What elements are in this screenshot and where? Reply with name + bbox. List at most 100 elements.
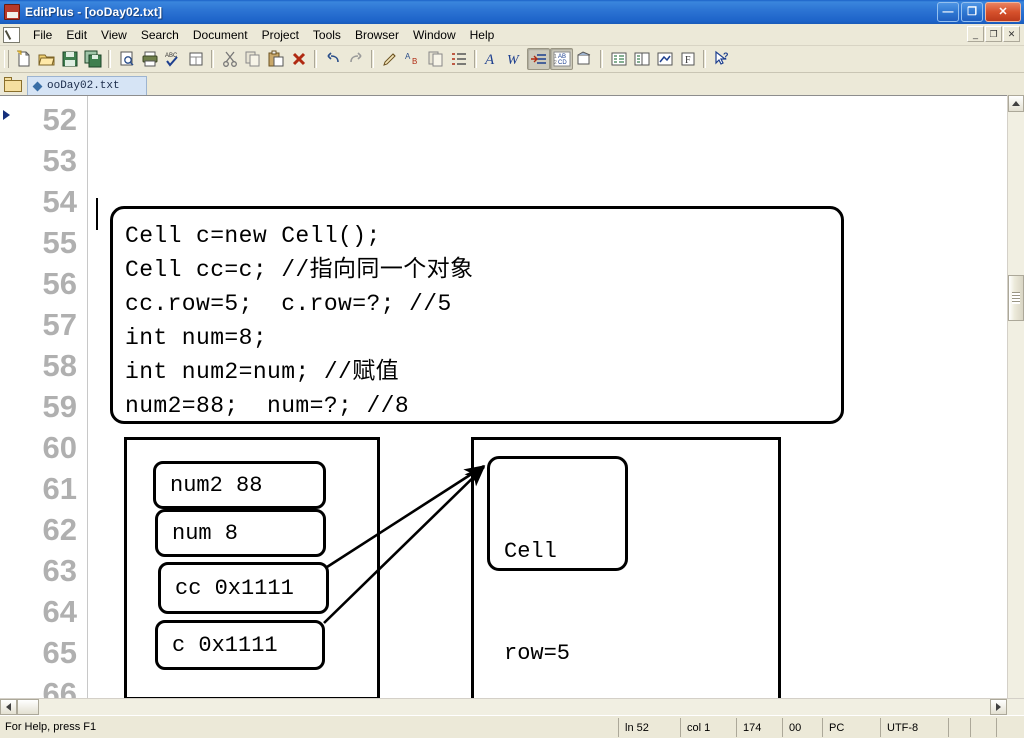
toolbar-separator [314, 50, 317, 68]
cell-object-box: Cell row=5 col=0 [487, 456, 628, 666]
code-line: cc.row=5; c.row=?; //5 [125, 291, 452, 317]
function-list-icon[interactable]: F [676, 48, 699, 70]
copy-icon[interactable] [241, 48, 264, 70]
menu-project[interactable]: Project [255, 25, 306, 45]
menu-tools[interactable]: Tools [306, 25, 348, 45]
status-column: col 1 [680, 718, 736, 737]
save-all-icon[interactable] [81, 48, 104, 70]
svg-text:W: W [507, 53, 520, 68]
toolbar-separator [600, 50, 603, 68]
new-file-icon[interactable] [12, 48, 35, 70]
save-icon[interactable] [58, 48, 81, 70]
mdi-minimize-button[interactable]: _ [967, 26, 984, 42]
document-tab-bar: ooDay02.txt [0, 73, 1024, 95]
main-toolbar: ABC AB A W AB CD 1 2 F ? [0, 46, 1024, 73]
editplus-icon [4, 4, 20, 20]
stack-var-num2: num2 88 [153, 461, 326, 509]
modified-diamond-icon [32, 81, 43, 91]
toolbar-separator [211, 50, 214, 68]
print-icon[interactable] [138, 48, 161, 70]
editor-area[interactable]: 52 53 54 55 56 57 58 59 60 61 62 63 64 6… [0, 95, 1024, 715]
status-bar: For Help, press F1 ln 52 col 1 174 00 PC… [0, 715, 1024, 738]
show-indent-guides-icon[interactable] [527, 48, 550, 70]
menu-document[interactable]: Document [186, 25, 255, 45]
svg-text:A: A [405, 52, 411, 61]
toolbar-separator [703, 50, 706, 68]
chevron-left-icon [6, 703, 11, 711]
cut-icon[interactable] [218, 48, 241, 70]
chevron-right-icon [996, 703, 1001, 711]
window-title: EditPlus - [ooDay02.txt] [25, 5, 163, 19]
word-wrap-icon[interactable]: W [504, 48, 527, 70]
window-controls: — ❐ ✕ [937, 2, 1021, 22]
show-spaces-icon[interactable]: AB CD 1 2 [550, 48, 573, 70]
code-line: int num2=num; //赋值 [125, 359, 400, 385]
maximize-button[interactable]: ❐ [961, 2, 983, 22]
print-preview-icon[interactable] [115, 48, 138, 70]
minimize-button[interactable]: — [937, 2, 959, 22]
stack-var-c: c 0x1111 [155, 620, 325, 670]
font-icon[interactable]: A [481, 48, 504, 70]
open-folder-icon[interactable] [35, 48, 58, 70]
tab-label: ooDay02.txt [47, 80, 120, 92]
toolbar-separator [371, 50, 374, 68]
undo-icon[interactable] [321, 48, 344, 70]
help-pointer-icon[interactable]: ? [710, 48, 733, 70]
find-icon[interactable] [378, 48, 401, 70]
menu-view[interactable]: View [94, 25, 134, 45]
highlight-icon[interactable]: AB [401, 48, 424, 70]
paste-icon[interactable] [264, 48, 287, 70]
stack-var-num: num 8 [155, 509, 326, 557]
toolbar-separator [108, 50, 111, 68]
document-list-icon[interactable] [607, 48, 630, 70]
minimize-icon: — [942, 5, 954, 18]
browser-preview-icon[interactable] [653, 48, 676, 70]
tab-ooday02[interactable]: ooDay02.txt [27, 76, 147, 95]
page-setup-icon[interactable] [184, 48, 207, 70]
vertical-scroll-thumb[interactable] [1008, 275, 1024, 321]
scroll-thumb-grip [1012, 292, 1020, 304]
duplicate-icon[interactable] [424, 48, 447, 70]
chevron-up-icon [1012, 101, 1020, 106]
menu-file[interactable]: File [26, 25, 59, 45]
status-pad-2 [970, 718, 996, 737]
color-syntax-icon[interactable] [573, 48, 596, 70]
close-button[interactable]: ✕ [985, 2, 1021, 22]
mdi-child-controls: _ ❐ ✕ [967, 26, 1020, 42]
folder-icon[interactable] [4, 77, 23, 93]
status-hex-value: 00 [782, 718, 822, 737]
insert-numbering-icon[interactable] [447, 48, 470, 70]
vertical-scrollbar[interactable] [1007, 95, 1024, 715]
status-pad-1 [948, 718, 970, 737]
menu-window[interactable]: Window [406, 25, 463, 45]
svg-text:B: B [412, 57, 417, 66]
svg-text:2: 2 [554, 60, 557, 66]
mdi-restore-button[interactable]: ❐ [985, 26, 1002, 42]
object-line: row=5 [504, 641, 571, 666]
redo-icon[interactable] [344, 48, 367, 70]
scroll-up-button[interactable] [1008, 95, 1024, 112]
menu-search[interactable]: Search [134, 25, 186, 45]
editplus-window: EditPlus - [ooDay02.txt] — ❐ ✕ File Edit… [0, 0, 1024, 738]
clipboard-panel-icon[interactable] [630, 48, 653, 70]
scroll-right-button[interactable] [990, 699, 1007, 715]
status-encoding: UTF-8 [880, 718, 948, 737]
status-fields: ln 52 col 1 174 00 PC UTF-8 [618, 718, 1022, 737]
scroll-left-button[interactable] [0, 699, 17, 715]
delete-icon[interactable] [287, 48, 310, 70]
menu-help[interactable]: Help [463, 25, 502, 45]
code-line: int num=8; [125, 325, 268, 351]
mdi-close-button[interactable]: ✕ [1003, 26, 1020, 42]
horizontal-scroll-thumb[interactable] [17, 699, 39, 715]
svg-text:?: ? [723, 51, 729, 61]
spellcheck-icon[interactable]: ABC [161, 48, 184, 70]
close-icon: ✕ [998, 5, 1008, 18]
horizontal-scrollbar[interactable] [0, 698, 1024, 715]
svg-text:CD: CD [558, 60, 567, 66]
menu-browser[interactable]: Browser [348, 25, 406, 45]
svg-text:F: F [685, 55, 691, 66]
toolbar-grip[interactable] [4, 50, 9, 68]
title-bar: EditPlus - [ooDay02.txt] — ❐ ✕ [0, 0, 1024, 24]
maximize-icon: ❐ [967, 5, 977, 18]
menu-edit[interactable]: Edit [59, 25, 94, 45]
